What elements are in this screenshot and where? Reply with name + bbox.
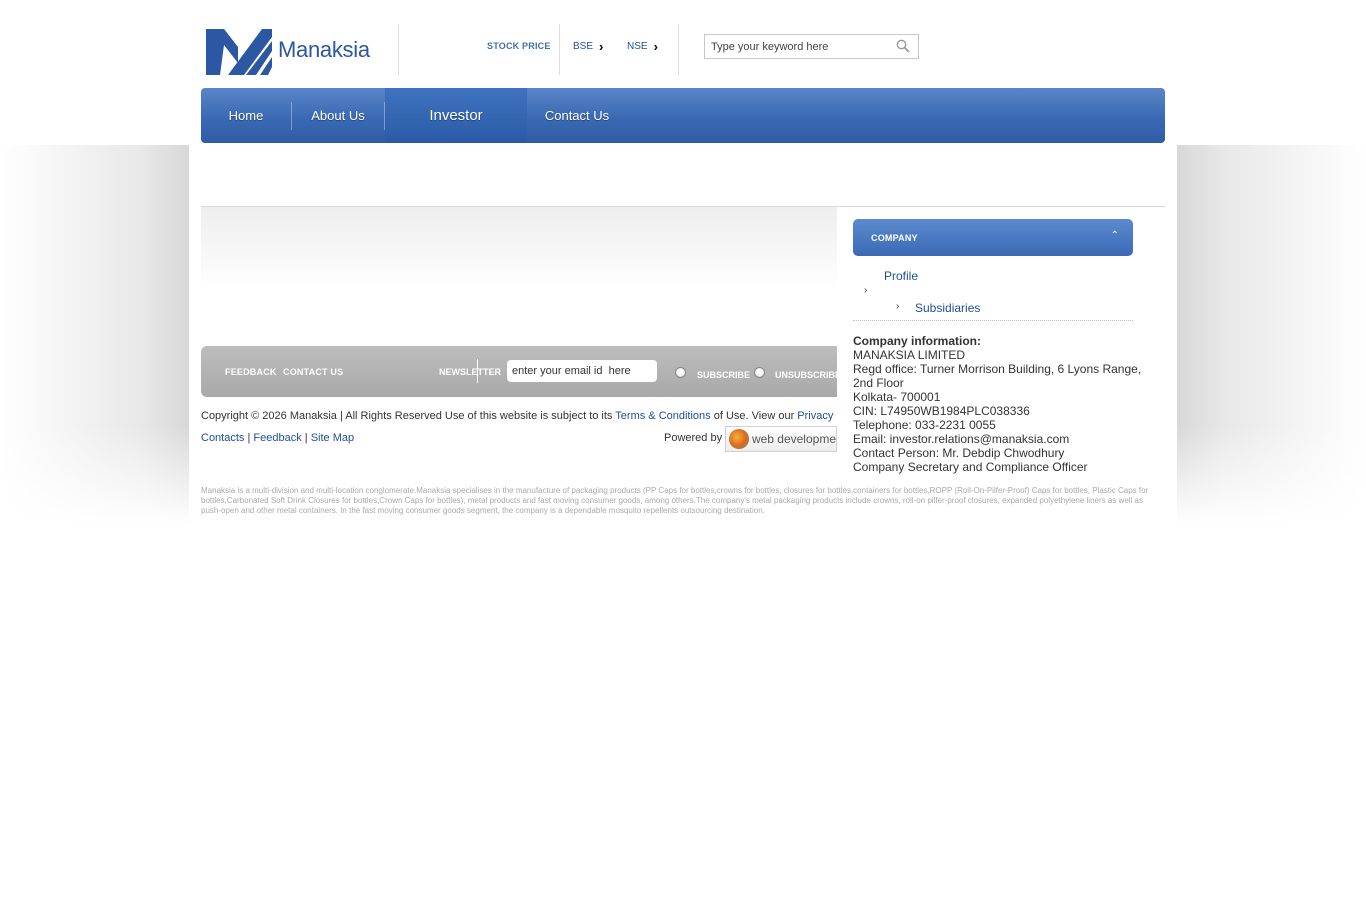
nav-about-us[interactable]: About Us	[292, 88, 384, 143]
search-input[interactable]	[711, 40, 891, 53]
left-shadow	[0, 145, 190, 525]
copyright-middle: of Use. View our	[710, 410, 798, 422]
logo-text: Manaksia	[278, 37, 370, 62]
newsletter-label: NEWSLETTER	[439, 367, 501, 377]
contact-designation: Company Secretary and Compliance Officer	[853, 460, 1088, 474]
logo-mark-icon	[206, 29, 272, 75]
header-divider	[398, 24, 399, 75]
cin-number: CIN: L74950WB1984PLC038336	[853, 404, 1030, 418]
developer-logo-text: web developme	[751, 432, 836, 446]
search-icon[interactable]	[896, 39, 910, 53]
footer-links: Contacts | Feedback | Site Map	[201, 432, 354, 444]
unsubscribe-label: UNSUBSCRIBE	[775, 370, 842, 380]
manaksia-logo[interactable]: Manaksia	[206, 24, 381, 76]
terms-link[interactable]: Terms & Conditions	[615, 410, 710, 422]
main-nav: Home About Us Investor Contact Us	[201, 88, 1165, 143]
company-name: MANAKSIA LIMITED	[853, 348, 966, 362]
chevron-up-icon: ⌃	[1110, 230, 1119, 241]
bse-link[interactable]: BSE ›	[573, 38, 604, 54]
contact-us-link[interactable]: CONTACT US	[283, 367, 343, 377]
subscribe-radio[interactable]	[675, 367, 686, 378]
powered-by-label: Powered by	[664, 432, 723, 444]
header-divider	[678, 24, 679, 75]
sidebar-item-subsidiaries[interactable]: Subsidiaries	[915, 301, 980, 315]
nav-investor[interactable]: Investor	[385, 88, 527, 143]
nav-home[interactable]: Home	[201, 88, 291, 143]
sidebar-divider	[853, 320, 1133, 321]
newsletter-email-input[interactable]	[507, 360, 657, 382]
footer-feedback-link[interactable]: Feedback	[253, 432, 301, 444]
stock-price-label: STOCK PRICE	[487, 41, 551, 51]
sidebar-item-profile[interactable]: Profile	[884, 269, 918, 283]
footer-separator: |	[301, 432, 311, 444]
right-shadow	[1176, 145, 1366, 525]
developer-logo[interactable]: web developme	[725, 426, 837, 452]
company-heading: COMPANY	[871, 233, 918, 243]
developer-logo-icon	[729, 429, 749, 449]
company-info-title: Company information:	[853, 334, 981, 348]
copyright-text: Copyright © 2026 Manaksia | All Rights R…	[201, 410, 841, 422]
company-accordion-header[interactable]: COMPANY ⌃	[853, 219, 1133, 256]
telephone: Telephone: 033-2231 0055	[853, 418, 996, 432]
chevron-right-icon: ›	[653, 38, 658, 54]
nav-contact-us[interactable]: Contact Us	[527, 88, 627, 143]
chevron-right-icon: ›	[864, 285, 868, 296]
header-divider	[559, 24, 560, 75]
subscribe-label: SUBSCRIBE	[697, 370, 751, 380]
banner-area	[201, 207, 837, 345]
registered-office: Regd office: Turner Morrison Building, 6…	[853, 362, 1142, 390]
chevron-right-icon: ›	[599, 38, 604, 54]
footer-contacts-link[interactable]: Contacts	[201, 432, 244, 444]
feedback-link[interactable]: FEEDBACK	[225, 367, 277, 377]
contact-person: Contact Person: Mr. Debdip Chwodhury	[853, 446, 1065, 460]
footer-bar: FEEDBACK CONTACT US NEWSLETTER SUBSCRIBE…	[201, 346, 841, 397]
nse-label: NSE	[627, 41, 648, 52]
search-box	[704, 34, 919, 59]
city-pin: Kolkata- 700001	[853, 390, 941, 404]
unsubscribe-radio[interactable]	[754, 367, 765, 378]
chevron-right-icon: ›	[896, 301, 900, 312]
email: Email: investor.relations@manaksia.com	[853, 432, 1070, 446]
privacy-link[interactable]: Privacy	[797, 410, 833, 422]
footer-sitemap-link[interactable]: Site Map	[311, 432, 354, 444]
nse-link[interactable]: NSE ›	[627, 38, 658, 54]
company-info: Company information: MANAKSIA LIMITED Re…	[853, 334, 1143, 474]
company-disclaimer: Manaksia is a multi-division and multi-l…	[201, 486, 1149, 515]
bse-label: BSE	[573, 41, 594, 52]
copyright-prefix: Copyright © 2026 Manaksia | All Rights R…	[201, 410, 616, 422]
